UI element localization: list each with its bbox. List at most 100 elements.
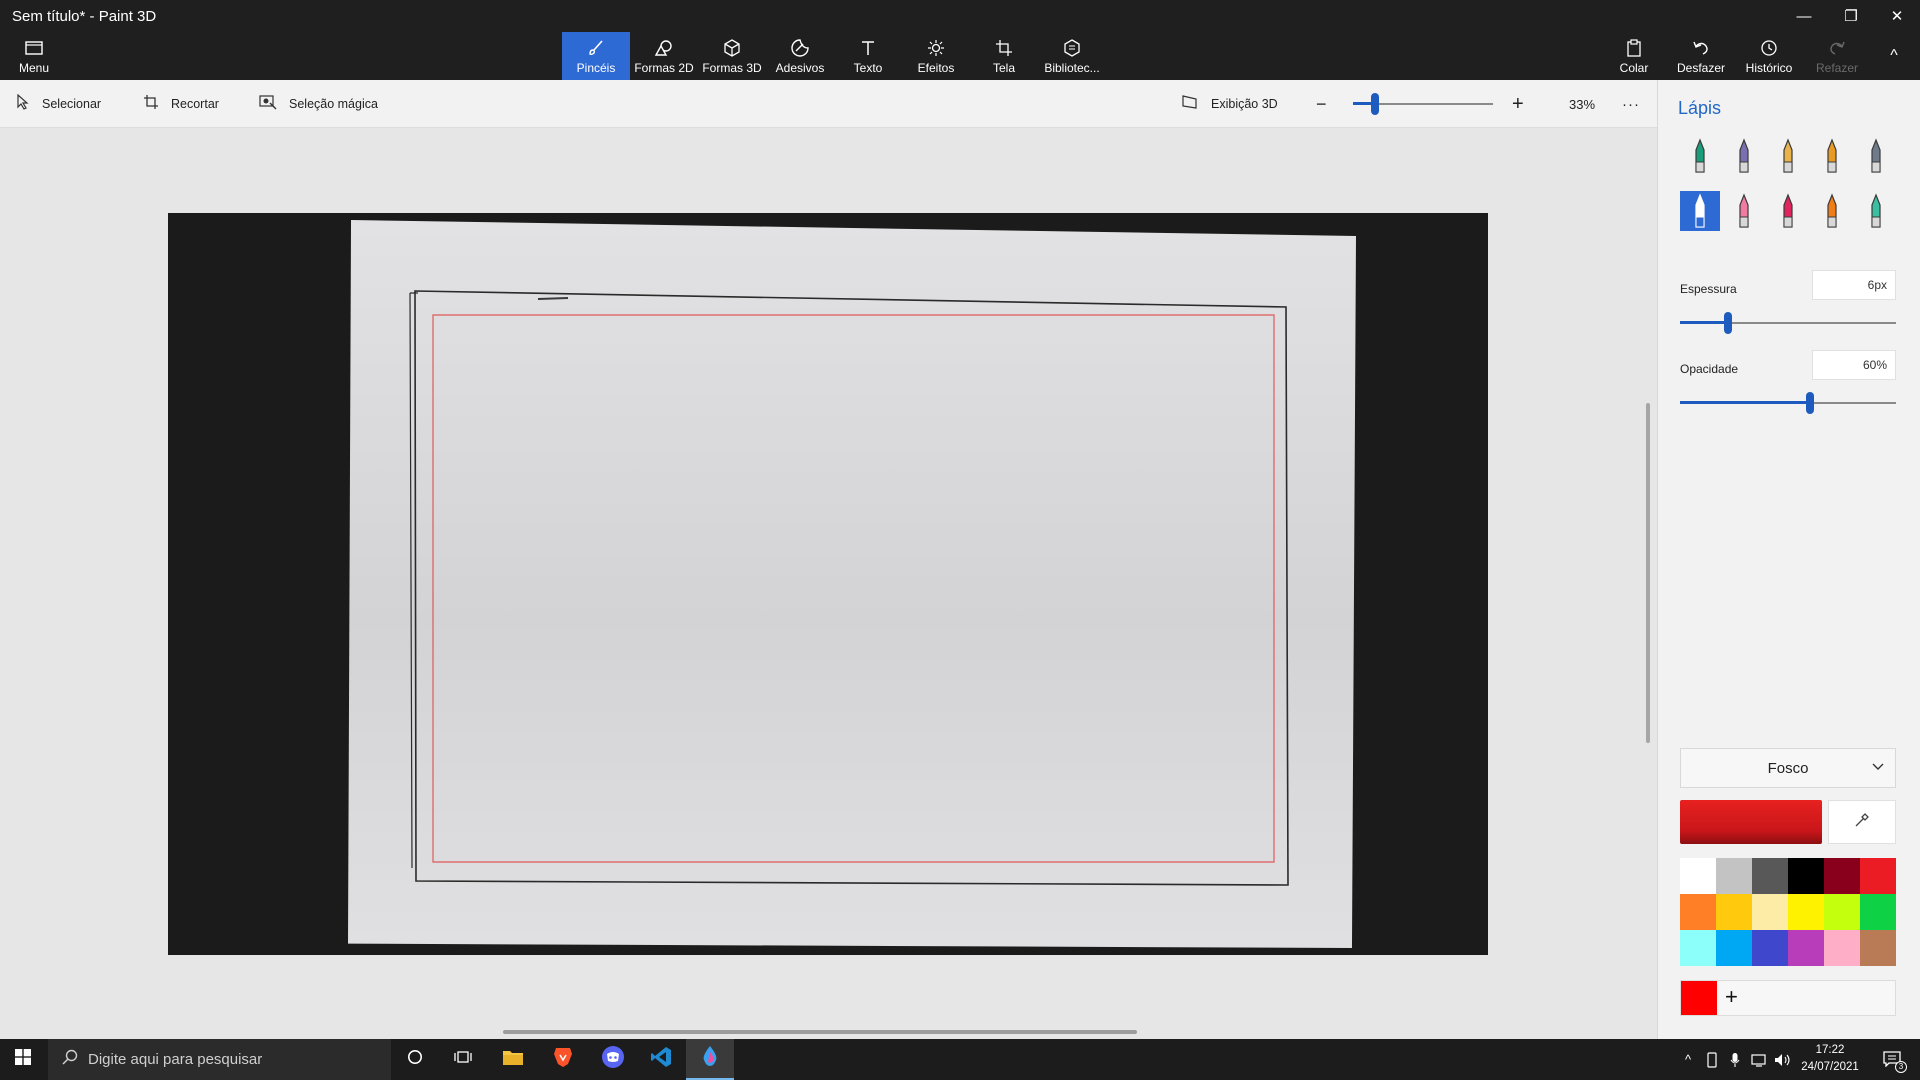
palette-swatch[interactable] [1680, 858, 1716, 894]
collapse-ribbon-button[interactable]: ^ [1874, 32, 1914, 80]
zoom-level[interactable]: 33% [1569, 80, 1595, 128]
tab-stickers-label: Adesivos [775, 61, 825, 75]
magic-select-label: Seleção mágica [289, 97, 378, 111]
custom-color-row: + [1680, 980, 1896, 1016]
palette-swatch[interactable] [1824, 858, 1860, 894]
canvas-workspace[interactable] [0, 128, 1657, 1039]
history-button[interactable]: Histórico [1738, 32, 1800, 80]
eyedropper-button[interactable] [1828, 800, 1896, 844]
tab-effects[interactable]: Efeitos [902, 32, 970, 80]
palette-swatch[interactable] [1860, 894, 1896, 930]
zoom-slider-thumb[interactable] [1371, 93, 1380, 115]
palette-swatch[interactable] [1860, 858, 1896, 894]
palette-swatch[interactable] [1788, 858, 1824, 894]
thickness-slider-thumb[interactable] [1723, 312, 1732, 334]
brush-marker-button[interactable] [1680, 136, 1720, 176]
view-3d-button[interactable]: Exibição 3D [1181, 80, 1278, 128]
brush-fill-button[interactable] [1856, 191, 1896, 231]
thickness-value[interactable]: 6px [1812, 270, 1896, 300]
undo-button[interactable]: Desfazer [1670, 32, 1732, 80]
discord-icon [601, 1045, 625, 1074]
tab-text[interactable]: Texto [834, 32, 902, 80]
brush-pencil-button[interactable] [1680, 191, 1720, 231]
tab-library[interactable]: Bibliotec... [1038, 32, 1106, 80]
file-explorer-button[interactable] [490, 1039, 536, 1080]
canvas-icon [995, 37, 1013, 59]
effects-icon [927, 37, 945, 59]
tab-canvas[interactable]: Tela [970, 32, 1038, 80]
magic-select-button[interactable]: Seleção mágica [259, 80, 378, 128]
menu-label: Menu [18, 61, 50, 75]
palette-swatch[interactable] [1680, 930, 1716, 966]
brush-oil-brush-button[interactable] [1768, 136, 1808, 176]
brave-browser-button[interactable] [540, 1039, 586, 1080]
opacity-value[interactable]: 60% [1812, 350, 1896, 380]
zoom-slider[interactable] [1353, 93, 1493, 115]
palette-swatch[interactable] [1680, 894, 1716, 930]
palette-swatch[interactable] [1788, 894, 1824, 930]
palette-swatch[interactable] [1824, 930, 1860, 966]
palette-swatch[interactable] [1752, 858, 1788, 894]
cortana-button[interactable] [392, 1039, 438, 1080]
paint-3d-taskbar-button[interactable] [686, 1039, 734, 1080]
more-options-button[interactable]: ··· [1622, 80, 1640, 128]
tab-shapes-2d[interactable]: Formas 2D [630, 32, 698, 80]
brush-eraser-button[interactable] [1724, 191, 1764, 231]
paste-button[interactable]: Colar [1608, 32, 1660, 80]
menu-button[interactable]: Menu [0, 32, 68, 80]
tray-chevron-button[interactable]: ^ [1678, 1039, 1698, 1080]
select-label: Selecionar [42, 97, 102, 111]
brush-icon [587, 37, 605, 59]
tab-stickers[interactable]: Adesivos [766, 32, 834, 80]
brush-crayon-button[interactable] [1768, 191, 1808, 231]
brush-watercolor-button[interactable] [1812, 136, 1852, 176]
brush-pixel-pen-button[interactable] [1856, 136, 1896, 176]
redo-button[interactable]: Refazer [1806, 32, 1868, 80]
tab-shapes-3d[interactable]: Formas 3D [698, 32, 766, 80]
brave-lion-icon [553, 1046, 573, 1073]
window-title: Sem título* - Paint 3D [12, 8, 157, 25]
thickness-slider-fill [1680, 321, 1728, 324]
vertical-scrollbar[interactable] [1646, 403, 1650, 743]
custom-color-swatch[interactable] [1681, 981, 1717, 1015]
crop-button[interactable]: Recortar [143, 80, 219, 128]
vscode-button[interactable] [638, 1039, 684, 1080]
opacity-slider-thumb[interactable] [1805, 392, 1814, 414]
brush-spray-can-button[interactable] [1812, 191, 1852, 231]
palette-swatch[interactable] [1752, 894, 1788, 930]
palette-swatch[interactable] [1860, 930, 1896, 966]
canvas-image[interactable] [168, 213, 1488, 955]
palette-swatch[interactable] [1824, 894, 1860, 930]
close-button[interactable]: ✕ [1874, 0, 1920, 32]
finish-dropdown[interactable]: Fosco [1680, 748, 1896, 788]
minimize-button[interactable]: — [1781, 0, 1827, 32]
pixel-pen-icon [1871, 138, 1881, 173]
taskbar-search[interactable]: Digite aqui para pesquisar [48, 1039, 391, 1080]
select-button[interactable]: Selecionar [16, 80, 101, 128]
device-tray-icon[interactable] [1700, 1039, 1724, 1080]
add-color-button[interactable]: + [1725, 985, 1738, 1009]
network-icon[interactable] [1748, 1039, 1772, 1080]
brush-calligraphy-pen-button[interactable] [1724, 136, 1764, 176]
notification-center-button[interactable]: 3 [1870, 1039, 1916, 1080]
zoom-in-button[interactable]: + [1512, 80, 1524, 128]
title-ribbon-bar: Sem título* - Paint 3D — ❐ ✕ Menu Pincéi… [0, 0, 1920, 80]
start-button[interactable] [0, 1039, 46, 1080]
watercolor-icon [1827, 138, 1837, 173]
zoom-out-button[interactable]: − [1316, 80, 1327, 128]
eyedropper-icon [1853, 811, 1871, 834]
palette-swatch[interactable] [1788, 930, 1824, 966]
palette-swatch[interactable] [1716, 894, 1752, 930]
palette-swatch[interactable] [1752, 930, 1788, 966]
current-color-swatch[interactable] [1680, 800, 1822, 844]
horizontal-scrollbar[interactable] [503, 1030, 1137, 1034]
microphone-icon[interactable] [1724, 1039, 1746, 1080]
restore-button[interactable]: ❐ [1828, 0, 1874, 32]
palette-swatch[interactable] [1716, 930, 1752, 966]
taskbar-clock[interactable]: 17:22 24/07/2021 [1790, 1042, 1870, 1076]
tab-brushes[interactable]: Pincéis [562, 32, 630, 80]
palette-swatch[interactable] [1716, 858, 1752, 894]
tab-shapes-2d-label: Formas 2D [634, 61, 694, 75]
task-view-button[interactable] [440, 1039, 486, 1080]
discord-button[interactable] [590, 1039, 636, 1080]
